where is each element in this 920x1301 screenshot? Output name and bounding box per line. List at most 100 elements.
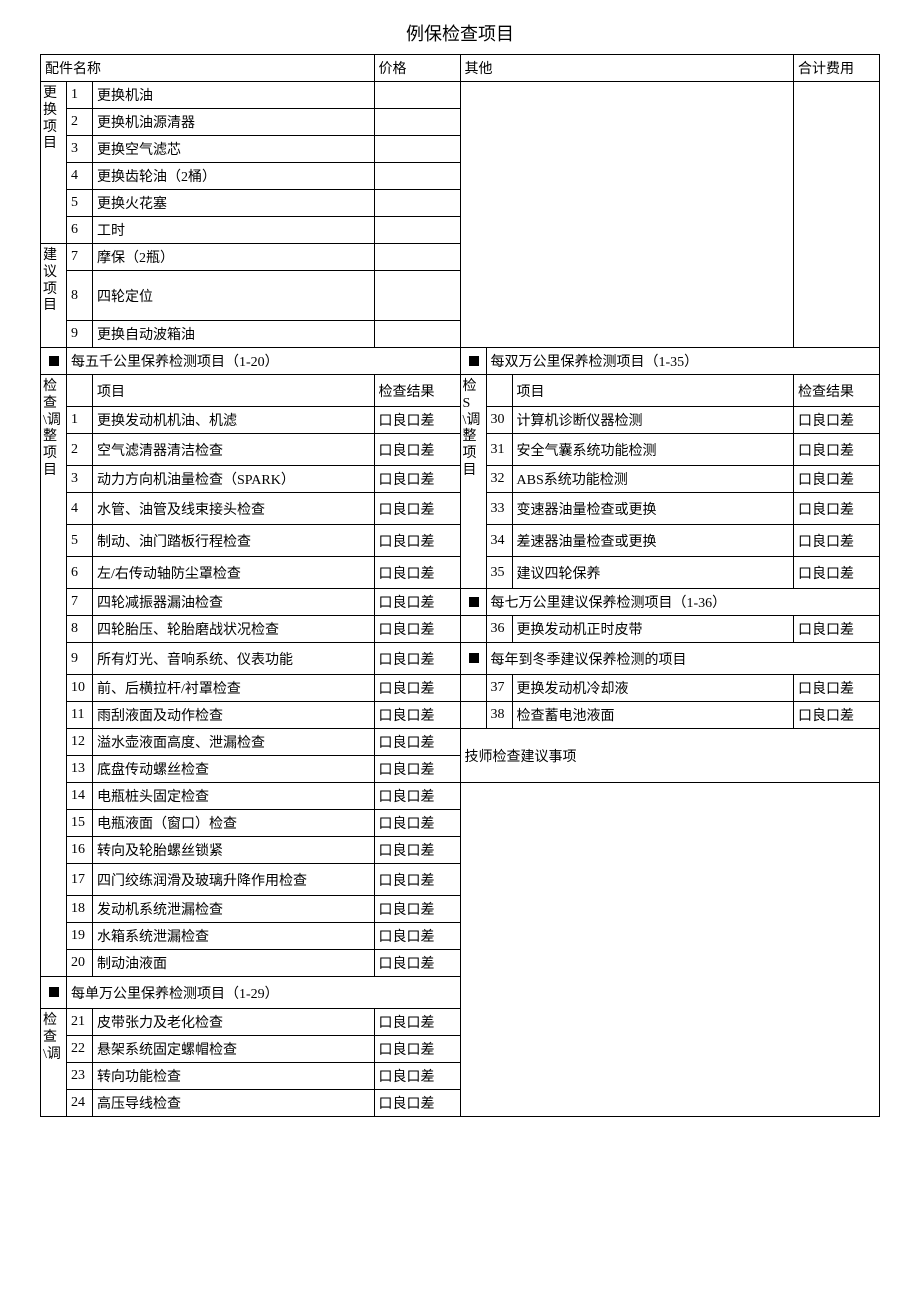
chk-n: 14 bbox=[67, 783, 93, 810]
band-5k: 每五千公里保养检测项目（1-20） bbox=[67, 348, 461, 375]
marker bbox=[41, 348, 67, 375]
chk-n: 20 bbox=[67, 950, 93, 977]
chk-t: 高压导线检查 bbox=[93, 1090, 375, 1117]
hdr-price: 价格 bbox=[374, 55, 460, 82]
chk-n: 23 bbox=[67, 1063, 93, 1090]
rep-n: 2 bbox=[67, 109, 93, 136]
chk-n: 9 bbox=[67, 643, 93, 675]
chk-r: 口良口差 bbox=[374, 810, 460, 837]
sec-checkS: 检S\调整项目 bbox=[460, 375, 486, 589]
chk-n: 18 bbox=[67, 896, 93, 923]
chk-n: 34 bbox=[486, 525, 512, 557]
chk-r: 口良口差 bbox=[794, 525, 880, 557]
chk-t: 差速器油量检查或更换 bbox=[512, 525, 794, 557]
chk-t: 左/右传动轴防尘罩检查 bbox=[93, 557, 375, 589]
sug-t: 摩保（2瓶） bbox=[93, 244, 375, 271]
chk-t: 溢水壶液面高度、泄漏检查 bbox=[93, 729, 375, 756]
chk-r: 口良口差 bbox=[374, 729, 460, 756]
other-blank bbox=[460, 82, 794, 348]
chk-n: 24 bbox=[67, 1090, 93, 1117]
marker bbox=[460, 589, 486, 616]
chk-r: 口良口差 bbox=[794, 407, 880, 434]
chk-t: 转向及轮胎螺丝锁紧 bbox=[93, 837, 375, 864]
chk-r: 口良口差 bbox=[374, 1009, 460, 1036]
chk-t: 水管、油管及线束接头检查 bbox=[93, 493, 375, 525]
rep-n: 4 bbox=[67, 163, 93, 190]
chk-r: 口良口差 bbox=[374, 1090, 460, 1117]
sug-t: 四轮定位 bbox=[93, 271, 375, 321]
chk-t: 皮带张力及老化检查 bbox=[93, 1009, 375, 1036]
square-icon bbox=[469, 653, 479, 663]
chk-r: 口良口差 bbox=[794, 434, 880, 466]
chk-r: 口良口差 bbox=[374, 493, 460, 525]
chk-n: 37 bbox=[486, 675, 512, 702]
chk-t: 转向功能检查 bbox=[93, 1063, 375, 1090]
sec-check: 检查\调整项目 bbox=[41, 375, 67, 977]
chk-t: 前、后横拉杆/衬罩检查 bbox=[93, 675, 375, 702]
blank bbox=[486, 375, 512, 407]
chk-r: 口良口差 bbox=[374, 407, 460, 434]
chk-r: 口良口差 bbox=[374, 896, 460, 923]
chk-t: 制动油液面 bbox=[93, 950, 375, 977]
chk-n: 17 bbox=[67, 864, 93, 896]
main-table: 配件名称 价格 其他 合计费用 更换项目 1 更换机油 2更换机油源清器 3更换… bbox=[40, 54, 880, 1117]
rep-price bbox=[374, 82, 460, 109]
chk-r: 口良口差 bbox=[374, 589, 460, 616]
chk-r: 口良口差 bbox=[374, 783, 460, 810]
sug-price bbox=[374, 321, 460, 348]
hdr-result: 检查结果 bbox=[374, 375, 460, 407]
marker bbox=[41, 977, 67, 1009]
chk-t: 变速器油量检查或更换 bbox=[512, 493, 794, 525]
band-20k: 每双万公里保养检测项目（1-35） bbox=[486, 348, 880, 375]
hdr-total: 合计费用 bbox=[794, 55, 880, 82]
chk-r: 口良口差 bbox=[374, 923, 460, 950]
chk-r: 口良口差 bbox=[794, 616, 880, 643]
band-tech: 技师检查建议事项 bbox=[460, 729, 880, 783]
chk-r: 口良口差 bbox=[374, 1036, 460, 1063]
chk-t: 四轮减振器漏油检查 bbox=[93, 589, 375, 616]
rep-t: 更换火花塞 bbox=[93, 190, 375, 217]
chk-t: 四门绞练润滑及玻璃升降作用检查 bbox=[93, 864, 375, 896]
rep-price bbox=[374, 217, 460, 244]
chk-r: 口良口差 bbox=[794, 493, 880, 525]
total-blank bbox=[794, 82, 880, 348]
sug-price bbox=[374, 271, 460, 321]
chk-n: 36 bbox=[486, 616, 512, 643]
chk-t: 雨刮液面及动作检查 bbox=[93, 702, 375, 729]
rep-n: 1 bbox=[67, 82, 93, 109]
chk-n: 2 bbox=[67, 434, 93, 466]
chk-t: 底盘传动螺丝检查 bbox=[93, 756, 375, 783]
chk-r: 口良口差 bbox=[794, 466, 880, 493]
rep-t: 更换机油 bbox=[93, 82, 375, 109]
chk-n: 12 bbox=[67, 729, 93, 756]
band-70k: 每七万公里建议保养检测项目（1-36） bbox=[486, 589, 880, 616]
sec-check2: 检查\调 bbox=[41, 1009, 67, 1117]
chk-n: 3 bbox=[67, 466, 93, 493]
hdr-other: 其他 bbox=[460, 55, 794, 82]
marker bbox=[460, 348, 486, 375]
chk-n: 30 bbox=[486, 407, 512, 434]
chk-t: 发动机系统泄漏检查 bbox=[93, 896, 375, 923]
chk-r: 口良口差 bbox=[794, 557, 880, 589]
chk-t: 水箱系统泄漏检查 bbox=[93, 923, 375, 950]
chk-t: 电瓶桩头固定检查 bbox=[93, 783, 375, 810]
hdr-item: 项目 bbox=[93, 375, 375, 407]
chk-t: 四轮胎压、轮胎磨战状况检查 bbox=[93, 616, 375, 643]
chk-r: 口良口差 bbox=[374, 434, 460, 466]
chk-t: 更换发动机机油、机滤 bbox=[93, 407, 375, 434]
rep-price bbox=[374, 163, 460, 190]
rep-price bbox=[374, 136, 460, 163]
square-icon bbox=[469, 597, 479, 607]
rep-t: 更换齿轮油（2桶） bbox=[93, 163, 375, 190]
blank bbox=[460, 702, 486, 729]
chk-t: 电瓶液面（窗口）检查 bbox=[93, 810, 375, 837]
sug-price bbox=[374, 244, 460, 271]
marker bbox=[460, 643, 486, 675]
chk-n: 1 bbox=[67, 407, 93, 434]
chk-t: 计算机诊断仪器检测 bbox=[512, 407, 794, 434]
chk-t: ABS系统功能检测 bbox=[512, 466, 794, 493]
chk-r: 口良口差 bbox=[374, 950, 460, 977]
chk-t: 空气滤清器清洁检查 bbox=[93, 434, 375, 466]
chk-r: 口良口差 bbox=[374, 616, 460, 643]
rep-price bbox=[374, 190, 460, 217]
